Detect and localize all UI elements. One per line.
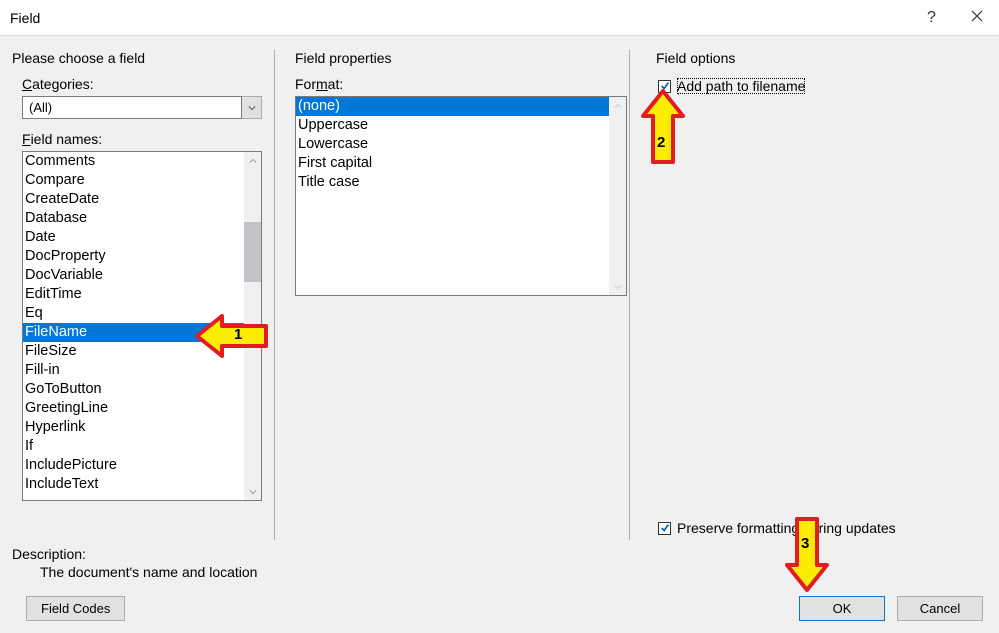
- close-button[interactable]: [954, 0, 999, 36]
- list-item[interactable]: FileSize: [23, 342, 244, 361]
- list-item[interactable]: Date: [23, 228, 244, 247]
- fieldnames-listbox[interactable]: CommentsCompareCreateDateDatabaseDateDoc…: [22, 151, 262, 501]
- field-properties-label: Field properties: [295, 50, 627, 66]
- checkmark-icon: [660, 520, 670, 536]
- ok-button[interactable]: OK: [799, 596, 885, 621]
- description-section: Description: The document's name and loc…: [0, 546, 999, 588]
- checkmark-icon: [660, 78, 670, 94]
- list-item[interactable]: EditTime: [23, 285, 244, 304]
- help-button[interactable]: ?: [909, 0, 954, 36]
- preserve-formatting-checkbox[interactable]: [658, 522, 671, 535]
- title-bar: Field ?: [0, 0, 999, 36]
- cancel-button[interactable]: Cancel: [897, 596, 983, 621]
- description-text: The document's name and location: [40, 564, 987, 580]
- preserve-formatting-label: Preserve formatting during updates: [677, 520, 896, 536]
- format-scrollbar[interactable]: [609, 97, 626, 295]
- list-item[interactable]: (none): [296, 97, 609, 116]
- scroll-up-button[interactable]: [244, 152, 261, 169]
- list-item[interactable]: Database: [23, 209, 244, 228]
- list-item[interactable]: Hyperlink: [23, 418, 244, 437]
- list-item[interactable]: Comments: [23, 152, 244, 171]
- divider-1: [274, 50, 275, 540]
- list-item[interactable]: GoToButton: [23, 380, 244, 399]
- list-item[interactable]: Fill-in: [23, 361, 244, 380]
- field-options-group: Field options Add path to filename Prese…: [632, 50, 983, 540]
- list-item[interactable]: Compare: [23, 171, 244, 190]
- choose-field-label: Please choose a field: [12, 50, 272, 66]
- list-item[interactable]: GreetingLine: [23, 399, 244, 418]
- list-item[interactable]: IncludePicture: [23, 456, 244, 475]
- scroll-thumb[interactable]: [244, 222, 261, 282]
- help-icon: ?: [927, 9, 936, 27]
- categories-dropdown-button[interactable]: [242, 96, 262, 119]
- description-label: Description:: [12, 546, 987, 562]
- list-item[interactable]: FileName: [23, 323, 244, 342]
- list-item[interactable]: First capital: [296, 154, 609, 173]
- categories-combo[interactable]: [22, 96, 262, 119]
- list-item[interactable]: IncludeText: [23, 475, 244, 494]
- list-item[interactable]: CreateDate: [23, 190, 244, 209]
- add-path-label: Add path to filename: [677, 78, 805, 94]
- list-item[interactable]: If: [23, 437, 244, 456]
- scroll-up-button[interactable]: [609, 97, 626, 114]
- list-item[interactable]: Uppercase: [296, 116, 609, 135]
- choose-field-group: Please choose a field Categories: Field …: [12, 50, 272, 540]
- fieldnames-scrollbar[interactable]: [244, 152, 261, 500]
- scroll-thumb[interactable]: [609, 114, 626, 279]
- categories-label: Categories:: [22, 76, 272, 92]
- scroll-down-button[interactable]: [609, 278, 626, 295]
- list-item[interactable]: DocVariable: [23, 266, 244, 285]
- field-codes-button[interactable]: Field Codes: [26, 596, 125, 621]
- format-label: Format:: [295, 76, 627, 92]
- divider-2: [629, 50, 630, 540]
- list-item[interactable]: Title case: [296, 173, 609, 192]
- list-item[interactable]: Lowercase: [296, 135, 609, 154]
- chevron-down-icon: [248, 101, 256, 115]
- close-icon: [971, 9, 983, 27]
- dialog-footer: Field Codes OK Cancel: [0, 588, 999, 633]
- list-item[interactable]: DocProperty: [23, 247, 244, 266]
- field-properties-group: Field properties Format: (none)Uppercase…: [277, 50, 627, 540]
- add-path-checkbox-row: Add path to filename: [658, 78, 983, 94]
- add-path-checkbox[interactable]: [658, 80, 671, 93]
- list-item[interactable]: Eq: [23, 304, 244, 323]
- preserve-formatting-row: Preserve formatting during updates: [658, 520, 983, 536]
- scroll-down-button[interactable]: [244, 483, 261, 500]
- window-title: Field: [10, 10, 909, 26]
- fieldnames-label: Field names:: [22, 131, 272, 147]
- categories-input[interactable]: [22, 96, 242, 119]
- format-listbox[interactable]: (none)UppercaseLowercaseFirst capitalTit…: [295, 96, 627, 296]
- field-options-label: Field options: [656, 50, 983, 66]
